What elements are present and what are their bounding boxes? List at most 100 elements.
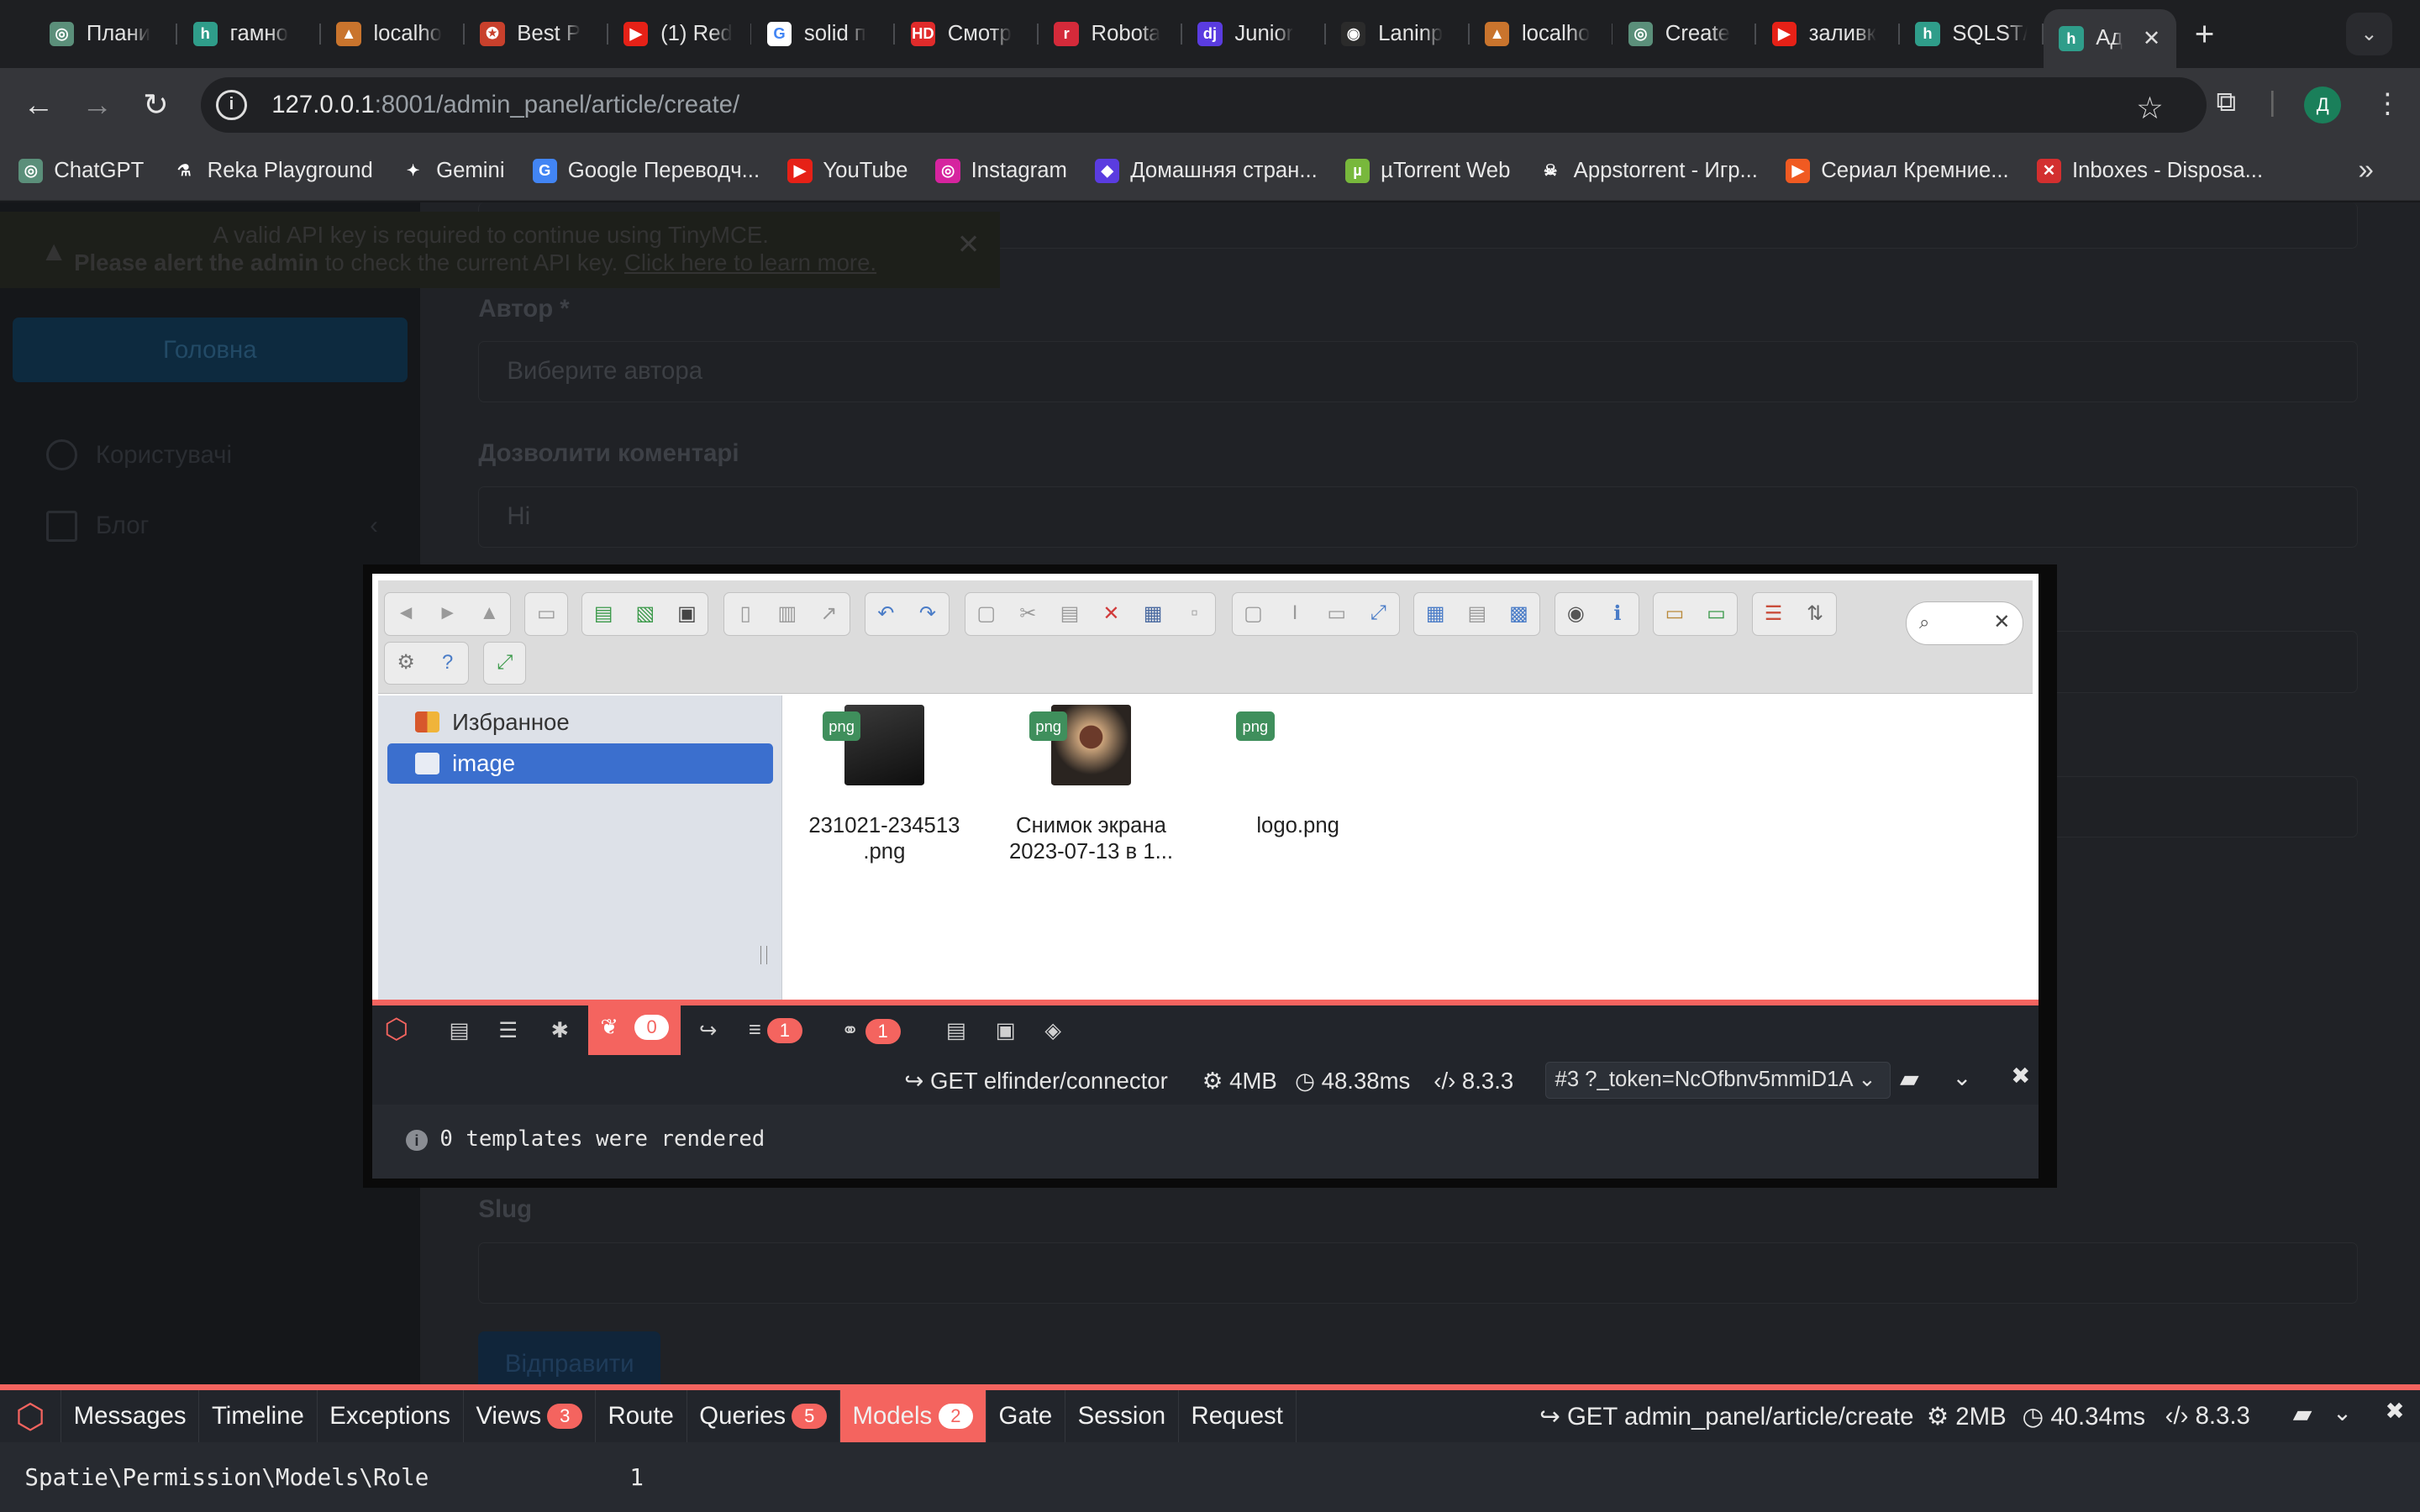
browser-tab[interactable]: ▲ localho — [1470, 9, 1613, 59]
file-item[interactable]: png Снимок экрана 2023-07-13 в 1... — [991, 705, 1192, 865]
chevron-down-icon[interactable]: ⌄ — [2333, 1399, 2352, 1426]
timeline-icon[interactable]: ☰ — [498, 1018, 518, 1043]
site-info-icon[interactable]: i — [216, 89, 247, 121]
back-button[interactable]: ← — [18, 85, 59, 125]
browser-tab[interactable]: ◎ Create — [1612, 9, 1757, 59]
browser-tab[interactable]: ▶ (1) Red — [608, 9, 752, 59]
save-icon[interactable]: ▣ — [666, 593, 708, 633]
close-debugbar-icon[interactable]: ✖ — [2385, 1398, 2404, 1425]
extract-icon[interactable]: ▩ — [1498, 593, 1540, 633]
bookmark-star-icon[interactable]: ☆ — [2136, 90, 2164, 126]
resize-icon[interactable]: ⤢ — [1357, 593, 1399, 633]
file-item[interactable]: png 231021-234513 .png — [784, 705, 985, 865]
open-icon[interactable]: ▯ — [724, 593, 766, 633]
comments-select[interactable]: Ні — [478, 486, 2359, 548]
edit-icon[interactable]: ▭ — [1316, 593, 1358, 633]
chevron-down-icon[interactable]: ⌄ — [1952, 1064, 1971, 1091]
extract-archive-icon[interactable]: ▭ — [1696, 593, 1738, 633]
route-icon[interactable]: ↪ — [699, 1018, 718, 1043]
delete-icon[interactable]: ✕ — [1091, 593, 1133, 633]
help-icon[interactable]: ? — [427, 643, 469, 683]
download-icon[interactable]: ▥ — [766, 593, 808, 633]
preview-icon[interactable]: ◉ — [1555, 593, 1597, 633]
search-input[interactable]: ⌕ ✕ — [1906, 601, 2023, 645]
dataset-select[interactable]: #3 ?_token=NcOfbnv5mmiD1A ⌄ — [1544, 1061, 1891, 1099]
address-bar[interactable]: i 127.0.0.1:8001/admin_panel/article/cre… — [200, 76, 2207, 133]
file-item[interactable]: png logo.png — [1197, 705, 1398, 839]
close-debugbar-icon[interactable]: ✖ — [2011, 1063, 2030, 1089]
undo-icon[interactable]: ↶ — [865, 593, 908, 633]
bookmark-item[interactable]: ◎ Instagram — [935, 158, 1067, 184]
tags-icon[interactable]: ◈ — [1044, 1018, 1061, 1043]
home-icon[interactable]: ▭ — [525, 593, 567, 633]
session-icon[interactable]: ▤ — [946, 1018, 966, 1043]
tree-item[interactable]: Избранное — [387, 702, 773, 743]
debugbar-tab[interactable]: Request — [1179, 1389, 1297, 1442]
sort-az-icon[interactable]: ⇅ — [1794, 593, 1836, 633]
debugbar-tab[interactable]: Queries 5 — [687, 1389, 840, 1442]
forward-button[interactable]: → — [77, 85, 118, 125]
close-icon[interactable]: ✕ — [957, 231, 981, 259]
debugbar-tab[interactable]: Gate — [986, 1389, 1065, 1442]
bookmark-item[interactable]: G Google Переводч... — [532, 158, 760, 184]
empty-icon[interactable]: ▦ — [1132, 593, 1174, 633]
up-icon[interactable]: ▲ — [468, 593, 510, 633]
slug-input[interactable] — [478, 1242, 2359, 1304]
clear-search-icon[interactable]: ✕ — [1993, 610, 2010, 634]
bookmark-item[interactable]: ▶ Сериал Кремние... — [1786, 158, 2009, 184]
bookmarks-more-icon[interactable]: » — [2358, 155, 2373, 186]
bookmark-item[interactable]: ✦ Gemini — [401, 159, 505, 183]
cut-icon[interactable]: ✂ — [1007, 593, 1049, 633]
bookmark-item[interactable]: ⚗ Reka Playground — [171, 159, 373, 183]
browser-tab[interactable]: ▲ localho — [321, 9, 465, 59]
bookmark-item[interactable]: ▶ YouTube — [787, 158, 908, 184]
bug-icon[interactable]: ✱ — [551, 1018, 570, 1043]
debugbar-tab[interactable]: Session — [1065, 1389, 1179, 1442]
laravel-logo-icon[interactable]: ⬡ — [0, 1389, 61, 1442]
new-file-icon[interactable]: ▧ — [624, 593, 666, 633]
new-tab-button[interactable]: + — [2195, 14, 2238, 54]
sidebar-item-home[interactable]: Головна — [12, 318, 408, 383]
messages-icon[interactable]: ▤ — [449, 1018, 469, 1043]
paste-icon[interactable]: ▤ — [1049, 593, 1091, 633]
bookmark-item[interactable]: ✕ Inboxes - Disposa... — [2036, 158, 2263, 184]
close-tab-icon[interactable]: ✕ — [2143, 26, 2161, 51]
getfile-icon[interactable]: ↗ — [808, 593, 850, 633]
sort-icon[interactable]: ☰ — [1753, 593, 1795, 633]
debugbar-tab[interactable]: Models 2 — [839, 1389, 986, 1442]
forward-icon[interactable]: ► — [427, 593, 469, 633]
database-icon[interactable]: ≡ 1 — [749, 1018, 802, 1043]
browser-tab[interactable]: h Ад ✕ — [2043, 9, 2176, 68]
browser-tab[interactable]: ◉ Laninp — [1326, 9, 1470, 59]
author-select[interactable]: Виберите автора — [478, 340, 2359, 403]
hide-icon[interactable]: ▫ — [1174, 593, 1216, 633]
sidebar-item-users[interactable]: Користувачі — [46, 439, 232, 471]
resize-handle[interactable] — [760, 945, 767, 964]
browser-tab[interactable]: ▶ заливк — [1756, 9, 1900, 59]
debugbar-tab[interactable]: Timeline — [199, 1389, 318, 1442]
browser-tab[interactable]: Gsolid п — [751, 9, 896, 59]
info-icon[interactable]: ℹ — [1597, 593, 1639, 633]
learn-more-link[interactable]: Click here to learn more. — [624, 249, 876, 276]
sidebar-item-blog[interactable]: Блог ‹ — [46, 510, 378, 542]
profile-avatar[interactable]: Д — [2304, 86, 2342, 123]
laravel-logo-icon[interactable]: ⬡ — [384, 1012, 408, 1046]
rename-icon[interactable]: I — [1274, 593, 1316, 633]
gear-icon[interactable]: ⚙ — [385, 643, 427, 683]
bookmark-item[interactable]: ◆ Домашняя стран... — [1094, 158, 1318, 184]
debugbar-tab[interactable]: Messages — [61, 1389, 200, 1442]
copy-icon[interactable]: ▢ — [965, 593, 1007, 633]
menu-icon[interactable]: ⋮ — [2374, 87, 2402, 120]
new-folder-icon[interactable]: ▤ — [582, 593, 624, 633]
browser-tab[interactable]: ◎ Плани — [34, 9, 178, 59]
debugbar-tab[interactable]: Exceptions — [318, 1389, 464, 1442]
tab-search-button[interactable]: ⌄ — [2345, 12, 2392, 56]
bookmark-item[interactable]: ☠ Appstorrent - Игр... — [1538, 159, 1758, 183]
tree-item[interactable]: image — [387, 743, 774, 785]
browser-tab[interactable]: HD Смотр — [895, 9, 1039, 59]
icons-view-icon[interactable]: ▦ — [1414, 593, 1456, 633]
models-icon[interactable]: ⚭ 1 — [841, 1018, 901, 1044]
views-tab[interactable]: ❦ 0 — [587, 1005, 681, 1055]
archive-box-icon[interactable]: ▣ — [996, 1018, 1016, 1043]
archive-icon[interactable]: ▭ — [1654, 593, 1696, 633]
